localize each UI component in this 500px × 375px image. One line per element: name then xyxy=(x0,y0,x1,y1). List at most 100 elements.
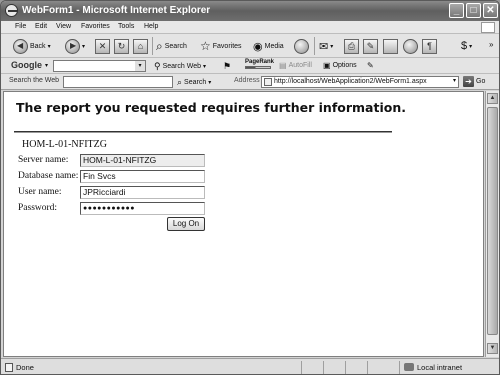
google-toolbar: Google ▾ ▾ ⚲ Search Web ▾ ⚑ PageRank ▤ A… xyxy=(1,58,499,74)
chevron-down-icon[interactable]: ▾ xyxy=(453,77,456,84)
options-label: Options xyxy=(332,62,357,69)
maximize-button[interactable]: □ xyxy=(466,3,481,18)
close-button[interactable]: ✕ xyxy=(483,3,498,18)
star-icon: ☆ xyxy=(200,39,211,53)
options-button[interactable]: ▣ Options xyxy=(323,61,357,70)
search-the-web-input[interactable] xyxy=(63,76,173,88)
favorites-label: Favorites xyxy=(212,42,242,50)
chevron-down-icon[interactable]: ▾ xyxy=(135,61,145,71)
pencil-icon: ✎ xyxy=(367,61,374,70)
window-title: WebForm1 - Microsoft Internet Explorer xyxy=(22,5,211,16)
stop-button[interactable]: ✕ xyxy=(95,36,110,56)
autofill-icon: ▤ xyxy=(279,61,287,70)
address-label: Address xyxy=(234,77,260,84)
search-label: Search xyxy=(164,42,187,50)
discuss-button[interactable] xyxy=(383,36,398,56)
dollar-icon: $ xyxy=(461,40,468,52)
chevron-down-icon: ▾ xyxy=(208,80,212,86)
menu-help[interactable]: Help xyxy=(144,23,158,30)
page-done-icon xyxy=(5,363,13,372)
search-web-button[interactable]: ⚲ Search Web ▾ xyxy=(154,61,206,72)
media-button[interactable]: ◉ Media xyxy=(253,36,284,56)
toolbar-divider xyxy=(152,37,153,55)
back-arrow-icon xyxy=(13,38,28,54)
database-name-label: Database name: xyxy=(18,171,79,181)
password-label: Password: xyxy=(18,203,58,213)
forward-button[interactable]: ▾ xyxy=(65,36,85,56)
print-icon: ⎙ xyxy=(344,38,359,54)
autofill-label: AutoFill xyxy=(288,62,312,69)
search-icon: ⌕ xyxy=(177,77,183,87)
home-button[interactable]: ⌂ xyxy=(133,36,148,56)
messenger-button[interactable] xyxy=(403,36,418,56)
menu-view[interactable]: View xyxy=(56,23,71,30)
status-divider xyxy=(301,361,302,374)
menu-file[interactable]: File xyxy=(15,23,26,30)
heading-divider xyxy=(14,131,392,133)
media-label: Media xyxy=(264,42,284,50)
mail-button[interactable]: ✉ ▾ xyxy=(319,36,333,56)
go-arrow-icon: ➔ xyxy=(463,76,474,87)
page-content: The report you requested requires furthe… xyxy=(3,91,484,357)
user-name-input[interactable]: JPRicciardi xyxy=(80,186,205,199)
pagerank-label: PageRank xyxy=(245,59,275,65)
msn-search-label: Search xyxy=(184,79,207,86)
back-button[interactable]: Back ▾ xyxy=(13,36,51,56)
chevron-down-icon[interactable]: ▾ xyxy=(45,62,48,69)
server-caption: HOM-L-01-NFITZG xyxy=(22,139,107,150)
windows-flag-icon xyxy=(481,22,495,33)
go-label: Go xyxy=(476,78,486,85)
history-button[interactable] xyxy=(294,36,309,56)
search-button[interactable]: ⌕ Search xyxy=(156,36,187,56)
scroll-down-icon[interactable]: ▼ xyxy=(487,343,498,354)
server-name-label: Server name: xyxy=(18,155,69,165)
options-icon: ▣ xyxy=(323,61,331,70)
msn-search-button[interactable]: ⌕ Search ▾ xyxy=(177,77,211,88)
highlight-button[interactable]: ✎ xyxy=(367,61,374,70)
dollar-button[interactable]: $ ▾ xyxy=(461,36,472,56)
refresh-icon: ↻ xyxy=(114,38,129,54)
menu-edit[interactable]: Edit xyxy=(35,23,47,30)
toolbar-overflow-icon[interactable]: » xyxy=(489,40,493,49)
forward-arrow-icon xyxy=(65,38,80,54)
autofill-button[interactable]: ▤ AutoFill xyxy=(279,61,312,70)
chevron-down-icon: ▾ xyxy=(47,43,51,50)
standard-toolbar: Back ▾ ▾ ✕ ↻ ⌂ ⌕ Search ☆ Favorites ◉ Me… xyxy=(1,34,499,58)
password-input[interactable]: ●●●●●●●●●●● xyxy=(80,202,205,215)
research-button[interactable]: ¶ xyxy=(422,36,437,56)
menu-favorites[interactable]: Favorites xyxy=(81,23,110,30)
media-icon: ◉ xyxy=(253,40,263,53)
favorites-button[interactable]: ☆ Favorites xyxy=(200,36,242,56)
chevron-down-icon: ▾ xyxy=(469,43,473,50)
print-button[interactable]: ⎙ xyxy=(344,36,359,56)
scroll-thumb[interactable] xyxy=(487,107,498,335)
address-url: http://localhost/WebApplication2/WebForm… xyxy=(274,78,427,85)
google-logo: Google xyxy=(11,60,42,70)
go-button[interactable]: ➔ Go xyxy=(463,76,485,87)
google-search-input[interactable]: ▾ xyxy=(53,60,146,72)
address-input[interactable]: http://localhost/WebApplication2/WebForm… xyxy=(261,76,459,88)
log-on-button[interactable]: Log On xyxy=(167,217,205,231)
scroll-up-icon[interactable]: ▲ xyxy=(487,93,498,104)
status-divider xyxy=(399,361,400,374)
database-name-input[interactable]: Fin Svcs xyxy=(80,170,205,183)
search-web-label: Search Web xyxy=(162,63,201,70)
menu-bar: File Edit View Favorites Tools Help xyxy=(1,21,499,34)
home-icon: ⌂ xyxy=(133,38,148,54)
status-bar: Done Local intranet xyxy=(1,358,499,374)
intranet-zone-icon xyxy=(404,363,414,371)
toolbar-divider xyxy=(314,37,315,55)
title-bar: WebForm1 - Microsoft Internet Explorer _… xyxy=(1,1,499,21)
server-name-input[interactable]: HOM-L-01-NFITZG xyxy=(80,154,205,167)
refresh-button[interactable]: ↻ xyxy=(114,36,129,56)
menu-tools[interactable]: Tools xyxy=(118,23,134,30)
security-zone-label: Local intranet xyxy=(417,363,463,372)
user-name-label: User name: xyxy=(18,187,62,197)
minimize-button[interactable]: _ xyxy=(449,3,464,18)
search-site-icon: ⚑ xyxy=(223,61,232,71)
vertical-scrollbar[interactable]: ▲ ▼ xyxy=(485,91,499,357)
page-icon xyxy=(264,78,272,86)
search-site-button[interactable]: ⚑ xyxy=(223,61,231,72)
history-icon xyxy=(294,38,309,54)
edit-button[interactable]: ✎ xyxy=(363,36,378,56)
